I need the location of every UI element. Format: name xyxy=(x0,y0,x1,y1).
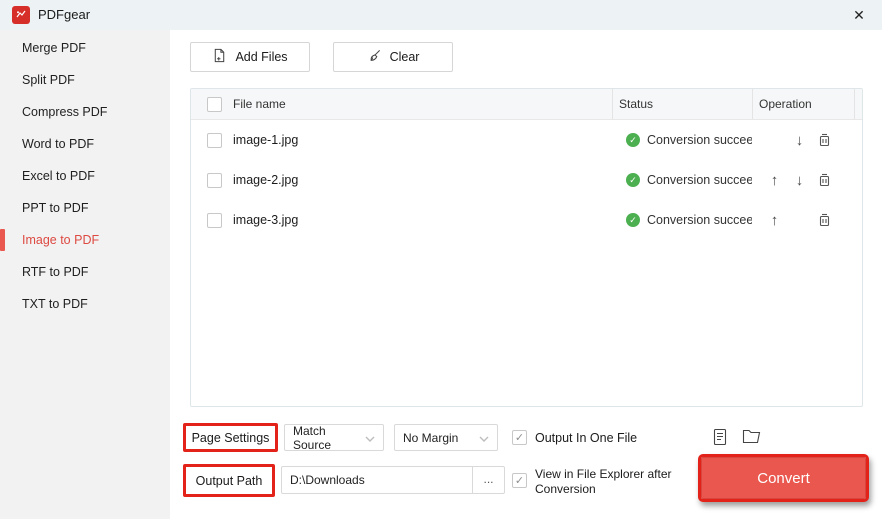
margin-dropdown[interactable]: No Margin xyxy=(394,424,498,451)
sidebar-item-word-to-pdf[interactable]: Word to PDF xyxy=(0,128,170,160)
page-size-value: Match Source xyxy=(293,423,332,452)
output-in-one-file-checkbox[interactable]: ✓ xyxy=(512,430,527,445)
active-indicator xyxy=(0,229,5,251)
move-down-icon[interactable]: ↓ xyxy=(787,172,812,189)
output-path-label: Output Path xyxy=(195,473,263,488)
table-row: ✓ image-1.jpg ✓ Conversion succeeded ↓ xyxy=(191,120,862,160)
chevron-down-icon xyxy=(479,431,489,445)
status-text: Conversion succeeded xyxy=(647,213,752,227)
success-check-icon: ✓ xyxy=(626,133,640,147)
folder-icon[interactable] xyxy=(742,428,761,445)
convert-button[interactable]: Convert xyxy=(701,457,866,499)
pdfgear-logo-icon xyxy=(12,6,30,24)
sidebar-item-label: Split PDF xyxy=(22,73,75,87)
sidebar-item-label: TXT to PDF xyxy=(22,297,88,311)
clear-label: Clear xyxy=(389,50,420,64)
status-text: Conversion succeeded xyxy=(647,173,752,187)
sidebar-item-split-pdf[interactable]: Split PDF xyxy=(0,64,170,96)
convert-button-highlighted: Convert xyxy=(698,454,869,502)
page-settings-label: Page Settings xyxy=(191,430,270,445)
margin-value: No Margin xyxy=(403,430,459,445)
sidebar-item-label: PPT to PDF xyxy=(22,201,89,215)
sidebar-item-rtf-to-pdf[interactable]: RTF to PDF xyxy=(0,256,170,288)
move-up-icon[interactable]: ↑ xyxy=(762,212,787,229)
move-up-icon[interactable]: ↑ xyxy=(762,172,787,189)
success-check-icon: ✓ xyxy=(626,213,640,227)
sidebar-item-merge-pdf[interactable]: Merge PDF xyxy=(0,32,170,64)
browse-button[interactable]: ... xyxy=(472,466,505,494)
add-files-label: Add Files xyxy=(235,50,288,64)
table-header-row: ✓ File name Status Operation xyxy=(191,89,862,120)
delete-icon[interactable] xyxy=(812,132,837,148)
file-name: image-2.jpg xyxy=(233,173,299,187)
sidebar-item-image-to-pdf[interactable]: Image to PDF xyxy=(0,224,170,256)
clear-button[interactable]: Clear xyxy=(333,42,453,72)
success-check-icon: ✓ xyxy=(626,173,640,187)
chevron-down-icon xyxy=(365,431,375,445)
delete-icon[interactable] xyxy=(812,172,837,188)
sidebar-item-label: Merge PDF xyxy=(22,41,86,55)
sidebar-item-txt-to-pdf[interactable]: TXT to PDF xyxy=(0,288,170,320)
page-settings-label-highlighted: Page Settings xyxy=(183,423,278,452)
table-row: ✓ image-3.jpg ✓ Conversion succeeded ↑ xyxy=(191,200,862,240)
title-bar: PDFgear ✕ xyxy=(0,0,882,30)
move-down-icon[interactable]: ↓ xyxy=(787,132,812,149)
sidebar-item-label: Image to PDF xyxy=(22,233,100,247)
view-in-explorer-checkbox[interactable]: ✓ xyxy=(512,473,527,488)
window-title: PDFgear xyxy=(38,7,91,22)
view-in-explorer-label: View in File Explorer after Conversion xyxy=(535,467,672,496)
file-name: image-1.jpg xyxy=(233,133,299,147)
file-name: image-3.jpg xyxy=(233,213,299,227)
document-icon[interactable] xyxy=(712,428,728,446)
column-header-file-name: File name xyxy=(233,97,286,111)
sidebar-item-label: Excel to PDF xyxy=(22,169,95,183)
broom-icon xyxy=(367,48,382,66)
column-header-spacer xyxy=(854,89,862,119)
output-in-one-file-label: Output In One File xyxy=(535,431,638,445)
sidebar-item-label: Word to PDF xyxy=(22,137,95,151)
delete-icon[interactable] xyxy=(812,212,837,228)
sidebar-item-label: RTF to PDF xyxy=(22,265,89,279)
add-files-button[interactable]: Add Files xyxy=(190,42,310,72)
sidebar-item-compress-pdf[interactable]: Compress PDF xyxy=(0,96,170,128)
file-plus-icon xyxy=(212,48,227,66)
status-text: Conversion succeeded xyxy=(647,133,752,147)
pdfgear-window: PDFgear ✕ Merge PDF Split PDF Compress P… xyxy=(0,0,882,519)
page-size-dropdown[interactable]: Match Source xyxy=(284,423,384,452)
sidebar-item-ppt-to-pdf[interactable]: PPT to PDF xyxy=(0,192,170,224)
column-header-status: Status xyxy=(612,89,752,119)
close-icon[interactable]: ✕ xyxy=(842,0,876,30)
sidebar-item-label: Compress PDF xyxy=(22,105,108,119)
row-checkbox[interactable]: ✓ xyxy=(207,172,222,188)
table-row: ✓ image-2.jpg ✓ Conversion succeeded ↑ ↓ xyxy=(191,160,862,200)
row-checkbox[interactable]: ✓ xyxy=(207,212,222,228)
row-checkbox[interactable]: ✓ xyxy=(207,132,222,148)
select-all-checkbox[interactable]: ✓ xyxy=(207,96,222,112)
column-header-operation: Operation xyxy=(752,89,854,119)
sidebar: Merge PDF Split PDF Compress PDF Word to… xyxy=(0,30,170,519)
output-path-input[interactable] xyxy=(281,466,473,494)
sidebar-item-excel-to-pdf[interactable]: Excel to PDF xyxy=(0,160,170,192)
output-path-label-highlighted: Output Path xyxy=(183,464,275,497)
file-list: ✓ File name Status Operation ✓ image-1.j… xyxy=(190,88,863,407)
